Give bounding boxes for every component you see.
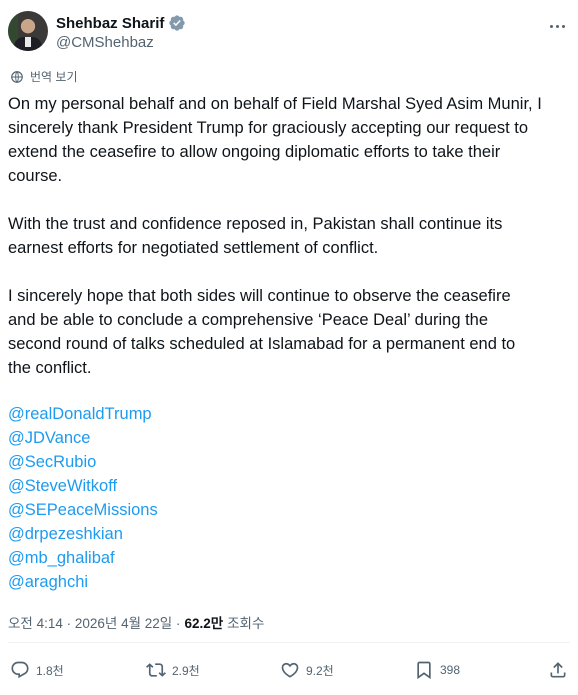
more-options-icon[interactable] [546,16,568,36]
mention-list: @realDonaldTrump @JDVance @SecRubio @Ste… [8,402,308,594]
view-count-label: 조회수 [227,616,265,631]
tweet-text: On my personal behalf and on behalf of F… [8,92,570,404]
divider [8,642,570,643]
like-count: 9.2천 [306,663,334,678]
paragraph-2: With the trust and confidence reposed in… [8,212,570,260]
globe-icon [11,70,23,83]
reply-button[interactable]: 1.8천 [10,660,64,680]
repost-button[interactable]: 2.9천 [146,660,200,680]
paragraph-1-line-1: On my personal behalf and on behalf of F… [8,95,542,113]
repost-icon [146,663,166,677]
bookmark-button[interactable]: 398 [414,660,460,680]
translate-label: 번역 보기 [30,70,78,84]
paragraph-3-line-2: and be able to conclude a comprehensive … [8,311,489,329]
name-row: Shehbaz Sharif [56,14,186,32]
mention-link[interactable]: @SEPeaceMissions [8,498,308,522]
share-button[interactable] [548,660,574,680]
like-button[interactable]: 9.2천 [280,660,334,680]
bookmark-icon [417,661,431,680]
timestamp[interactable]: 오전 4:14 · 2026년 4월 22일 · [8,612,180,632]
paragraph-3: I sincerely hope that both sides will co… [8,284,570,380]
reply-icon [11,661,29,679]
action-bar: 1.8천 2.9천 9.2천 398 [8,660,570,686]
paragraph-1-line-4: course. [8,167,63,185]
heart-icon [281,662,299,678]
mention-link[interactable]: @araghchi [8,570,308,594]
view-count: 62.2만 [184,616,224,631]
mention-link[interactable]: @JDVance [8,426,308,450]
mention-link[interactable]: @mb_ghalibaf [8,546,308,570]
mention-link[interactable]: @SteveWitkoff [8,474,308,498]
paragraph-1-line-3: extend the ceasefire to allow ongoing di… [8,143,501,161]
paragraph-3-line-1: I sincerely hope that both sides will co… [8,287,511,305]
author-handle[interactable]: @CMShehbaz [56,34,154,51]
paragraph-2-line-1: With the trust and confidence reposed in… [8,215,503,233]
translate-link[interactable]: 번역 보기 [10,68,78,85]
paragraph-3-line-3: second round of talks scheduled at Islam… [8,335,516,353]
repost-count: 2.9천 [172,663,200,678]
share-icon [550,662,566,678]
tweet-header: Shehbaz Sharif @CMShehbaz [8,10,570,56]
mention-link[interactable]: @SecRubio [8,450,308,474]
avatar-shirt [25,37,31,47]
tweet-meta: 오전 4:14 · 2026년 4월 22일 · 62.2만 조회수 [8,612,264,632]
mention-link[interactable]: @realDonaldTrump [8,402,308,426]
paragraph-1: On my personal behalf and on behalf of F… [8,92,570,188]
paragraph-3-line-4: the conflict. [8,359,92,377]
mention-link[interactable]: @drpezeshkian [8,522,308,546]
author-display-name[interactable]: Shehbaz Sharif [56,15,164,32]
verified-badge-icon[interactable] [168,14,186,32]
avatar[interactable] [8,11,48,51]
paragraph-2-line-2: earnest efforts for negotiated settlemen… [8,239,379,257]
bookmark-count: 398 [440,663,461,677]
reply-count: 1.8천 [36,663,64,678]
paragraph-1-line-2: sincerely thank President Trump for grac… [8,119,529,137]
